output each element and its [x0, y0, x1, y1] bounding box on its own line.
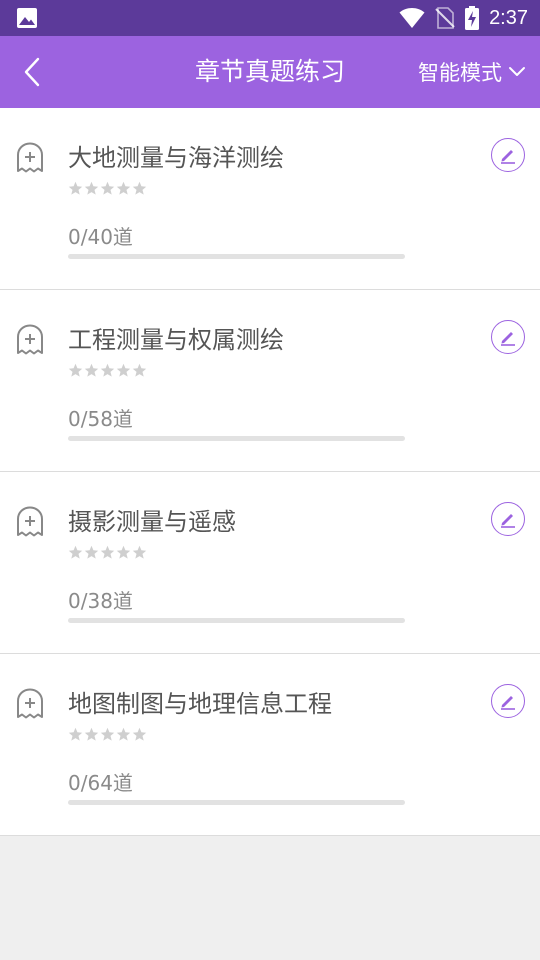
- question-count: 0/58道: [68, 407, 133, 431]
- back-button[interactable]: [10, 50, 54, 94]
- star-icon: [132, 363, 147, 377]
- chevron-down-icon: [509, 67, 525, 76]
- star-icon: [116, 727, 131, 741]
- star-icon: [68, 363, 83, 377]
- pencil-icon: [501, 150, 515, 164]
- star-icon: [84, 727, 99, 741]
- star-icon: [132, 181, 147, 195]
- chapter-add-icon: [17, 142, 43, 173]
- image-icon: [17, 8, 37, 28]
- progress-bar: [68, 800, 405, 805]
- wifi-icon: [399, 8, 425, 28]
- progress-bar: [68, 254, 405, 259]
- practice-edit-button[interactable]: [491, 684, 525, 718]
- star-icon: [84, 545, 99, 559]
- practice-edit-button[interactable]: [491, 502, 525, 536]
- mode-label: 智能模式: [418, 61, 502, 85]
- chapter-title: 摄影测量与遥感: [68, 508, 236, 536]
- star-icon: [100, 363, 115, 377]
- star-icon: [68, 545, 83, 559]
- star-icon: [84, 363, 99, 377]
- chapter-list: 大地测量与海洋测绘 0/40道 工程测量与权属测绘 0/58道 摄影测量与遥感 …: [0, 108, 540, 836]
- star-icon: [116, 545, 131, 559]
- star-icon: [68, 727, 83, 741]
- question-count: 0/64道: [68, 771, 133, 795]
- chapter-item[interactable]: 工程测量与权属测绘 0/58道: [0, 290, 540, 472]
- question-count: 0/40道: [68, 225, 133, 249]
- chapter-title: 工程测量与权属测绘: [68, 326, 284, 354]
- star-icon: [68, 181, 83, 195]
- chapter-item[interactable]: 地图制图与地理信息工程 0/64道: [0, 654, 540, 836]
- practice-edit-button[interactable]: [491, 320, 525, 354]
- question-count: 0/38道: [68, 589, 133, 613]
- progress-bar: [68, 436, 405, 441]
- star-rating: [68, 181, 147, 196]
- practice-edit-button[interactable]: [491, 138, 525, 172]
- progress-bar: [68, 618, 405, 623]
- chapter-add-icon: [17, 506, 43, 537]
- pencil-icon: [501, 332, 515, 346]
- pencil-icon: [501, 696, 515, 710]
- mode-selector-button[interactable]: 智能模式: [418, 36, 526, 108]
- star-icon: [100, 727, 115, 741]
- app-bar: 章节真题练习 智能模式: [0, 36, 540, 108]
- star-rating: [68, 727, 147, 742]
- star-icon: [100, 181, 115, 195]
- star-icon: [116, 181, 131, 195]
- star-icon: [84, 181, 99, 195]
- back-icon: [24, 57, 40, 87]
- battery-charging-icon: [465, 6, 480, 30]
- status-bar: 2:37: [0, 0, 540, 36]
- star-icon: [132, 545, 147, 559]
- chapter-add-icon: [17, 324, 43, 355]
- chapter-add-icon: [17, 688, 43, 719]
- status-time: 2:37: [489, 6, 528, 29]
- star-icon: [100, 545, 115, 559]
- chapter-title: 地图制图与地理信息工程: [68, 690, 332, 718]
- star-icon: [116, 363, 131, 377]
- chapter-item[interactable]: 大地测量与海洋测绘 0/40道: [0, 108, 540, 290]
- no-sim-icon: [435, 7, 455, 29]
- star-rating: [68, 363, 147, 378]
- pencil-icon: [501, 514, 515, 528]
- chapter-title: 大地测量与海洋测绘: [68, 144, 284, 172]
- star-icon: [132, 727, 147, 741]
- star-rating: [68, 545, 147, 560]
- chapter-item[interactable]: 摄影测量与遥感 0/38道: [0, 472, 540, 654]
